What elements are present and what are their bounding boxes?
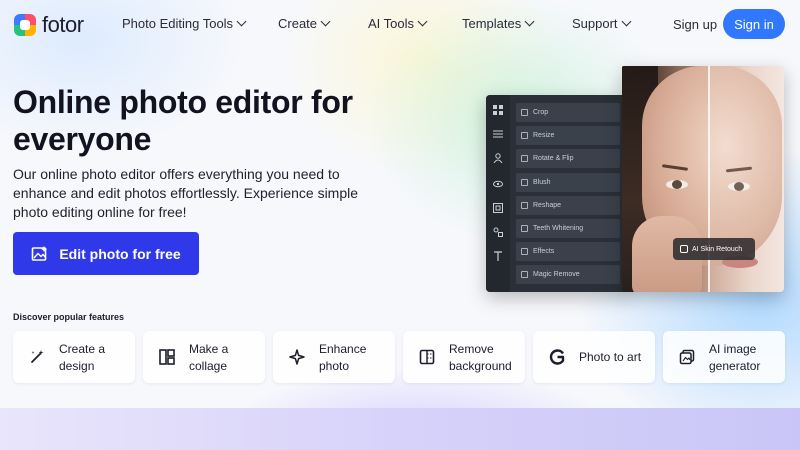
nav-photo-editing-tools[interactable]: Photo Editing Tools bbox=[122, 16, 247, 31]
teeth-icon bbox=[521, 224, 528, 232]
tool-reshape[interactable]: Reshape bbox=[516, 195, 620, 215]
feature-create-a-design[interactable]: Create a design bbox=[13, 331, 135, 383]
site-header: fotor Photo Editing Tools Create AI Tool… bbox=[0, 0, 800, 48]
ai-icon bbox=[680, 245, 688, 253]
sliders-icon bbox=[493, 130, 503, 138]
rotate-icon bbox=[521, 155, 528, 163]
nav-label: Create bbox=[278, 16, 318, 31]
nav-label: Photo Editing Tools bbox=[122, 16, 234, 31]
feature-label: Make a collage bbox=[189, 342, 229, 373]
cta-label: Edit photo for free bbox=[59, 245, 181, 262]
collage-icon bbox=[159, 349, 175, 365]
tool-label: Rotate & Flip bbox=[533, 155, 574, 163]
eye-icon bbox=[493, 180, 503, 188]
feature-enhance-photo[interactable]: Enhance photo bbox=[273, 331, 395, 383]
chevron-down-icon bbox=[417, 16, 428, 27]
nav-support[interactable]: Support bbox=[572, 16, 631, 31]
sign-in-button[interactable]: Sign in bbox=[723, 9, 785, 39]
crop-icon bbox=[521, 109, 528, 116]
eraser-icon bbox=[521, 271, 528, 279]
feature-label: Remove background bbox=[449, 342, 512, 373]
editor-preview-panel: Crop Resize Rotate & Flip Blush Reshape … bbox=[486, 95, 626, 292]
image-edit-icon bbox=[32, 245, 48, 261]
feature-ai-image-generator[interactable]: AI image generator bbox=[663, 331, 785, 383]
chevron-down-icon bbox=[320, 16, 331, 27]
feature-label: AI image generator bbox=[709, 342, 761, 373]
hero-description: Our online photo editor offers everythin… bbox=[13, 166, 359, 220]
chevron-down-icon bbox=[524, 16, 535, 27]
chevron-down-icon bbox=[621, 16, 631, 27]
tool-label: Resize bbox=[533, 132, 555, 140]
feature-label: Create a design bbox=[59, 342, 106, 373]
editor-tool-rail bbox=[486, 95, 510, 292]
tool-crop[interactable]: Crop bbox=[516, 103, 620, 122]
tool-label: Magic Remove bbox=[533, 271, 580, 279]
fotor-logo[interactable]: fotor bbox=[14, 12, 84, 38]
edit-photo-for-free-button[interactable]: Edit photo for free bbox=[13, 232, 199, 275]
magic-wand-icon bbox=[31, 350, 44, 363]
tool-resize[interactable]: Resize bbox=[516, 126, 620, 146]
reshape-icon bbox=[521, 201, 528, 209]
tool-label: Crop bbox=[533, 109, 549, 116]
feature-remove-background[interactable]: Remove background bbox=[403, 331, 525, 383]
nav-ai-tools[interactable]: AI Tools bbox=[368, 16, 428, 31]
feature-photo-to-art[interactable]: Photo to art bbox=[533, 331, 655, 383]
tool-label: Teeth Whitening bbox=[533, 224, 584, 232]
tool-magic-remove[interactable]: Magic Remove bbox=[516, 265, 620, 285]
feature-make-a-collage[interactable]: Make a collage bbox=[143, 331, 265, 383]
effects-icon bbox=[521, 248, 528, 256]
art-g-icon bbox=[549, 349, 565, 365]
sign-up-link[interactable]: Sign up bbox=[673, 17, 717, 32]
resize-icon bbox=[521, 132, 528, 140]
person-icon bbox=[493, 153, 503, 163]
tool-rotate-flip[interactable]: Rotate & Flip bbox=[516, 149, 620, 169]
next-section-strip bbox=[0, 408, 800, 450]
chevron-down-icon bbox=[236, 16, 247, 27]
sparkle-icon bbox=[289, 349, 305, 365]
nav-label: AI Tools bbox=[368, 16, 415, 31]
nav-label: Templates bbox=[462, 16, 522, 31]
tool-teeth-whitening[interactable]: Teeth Whitening bbox=[516, 218, 620, 238]
hero-title: Online photo editor for everyone bbox=[13, 84, 353, 157]
remove-bg-icon bbox=[419, 349, 435, 365]
tool-effects[interactable]: Effects bbox=[516, 242, 620, 262]
tool-label: Blush bbox=[533, 178, 551, 186]
feature-label: Photo to art bbox=[579, 350, 642, 364]
ai-skin-retouch-badge: AI Skin Retouch bbox=[673, 238, 755, 260]
tool-blush[interactable]: Blush bbox=[516, 172, 620, 192]
nav-create[interactable]: Create bbox=[278, 16, 331, 31]
blush-icon bbox=[521, 178, 528, 186]
feature-label: Enhance photo bbox=[319, 342, 367, 373]
portrait-eye bbox=[666, 180, 688, 189]
features-heading: Discover popular features bbox=[13, 312, 125, 322]
nav-templates[interactable]: Templates bbox=[462, 16, 535, 31]
badge-label: AI Skin Retouch bbox=[692, 245, 743, 253]
grid-icon bbox=[493, 105, 503, 115]
tool-label: Reshape bbox=[533, 201, 562, 209]
elements-icon bbox=[493, 227, 503, 237]
logo-text: fotor bbox=[42, 12, 84, 37]
editor-tool-list: Crop Resize Rotate & Flip Blush Reshape … bbox=[516, 103, 620, 289]
fotor-logo-icon bbox=[14, 14, 36, 36]
text-icon bbox=[494, 251, 502, 261]
nav-label: Support bbox=[572, 16, 618, 31]
ai-generator-icon bbox=[679, 349, 695, 365]
frame-icon bbox=[493, 203, 503, 213]
tool-label: Effects bbox=[533, 248, 555, 256]
